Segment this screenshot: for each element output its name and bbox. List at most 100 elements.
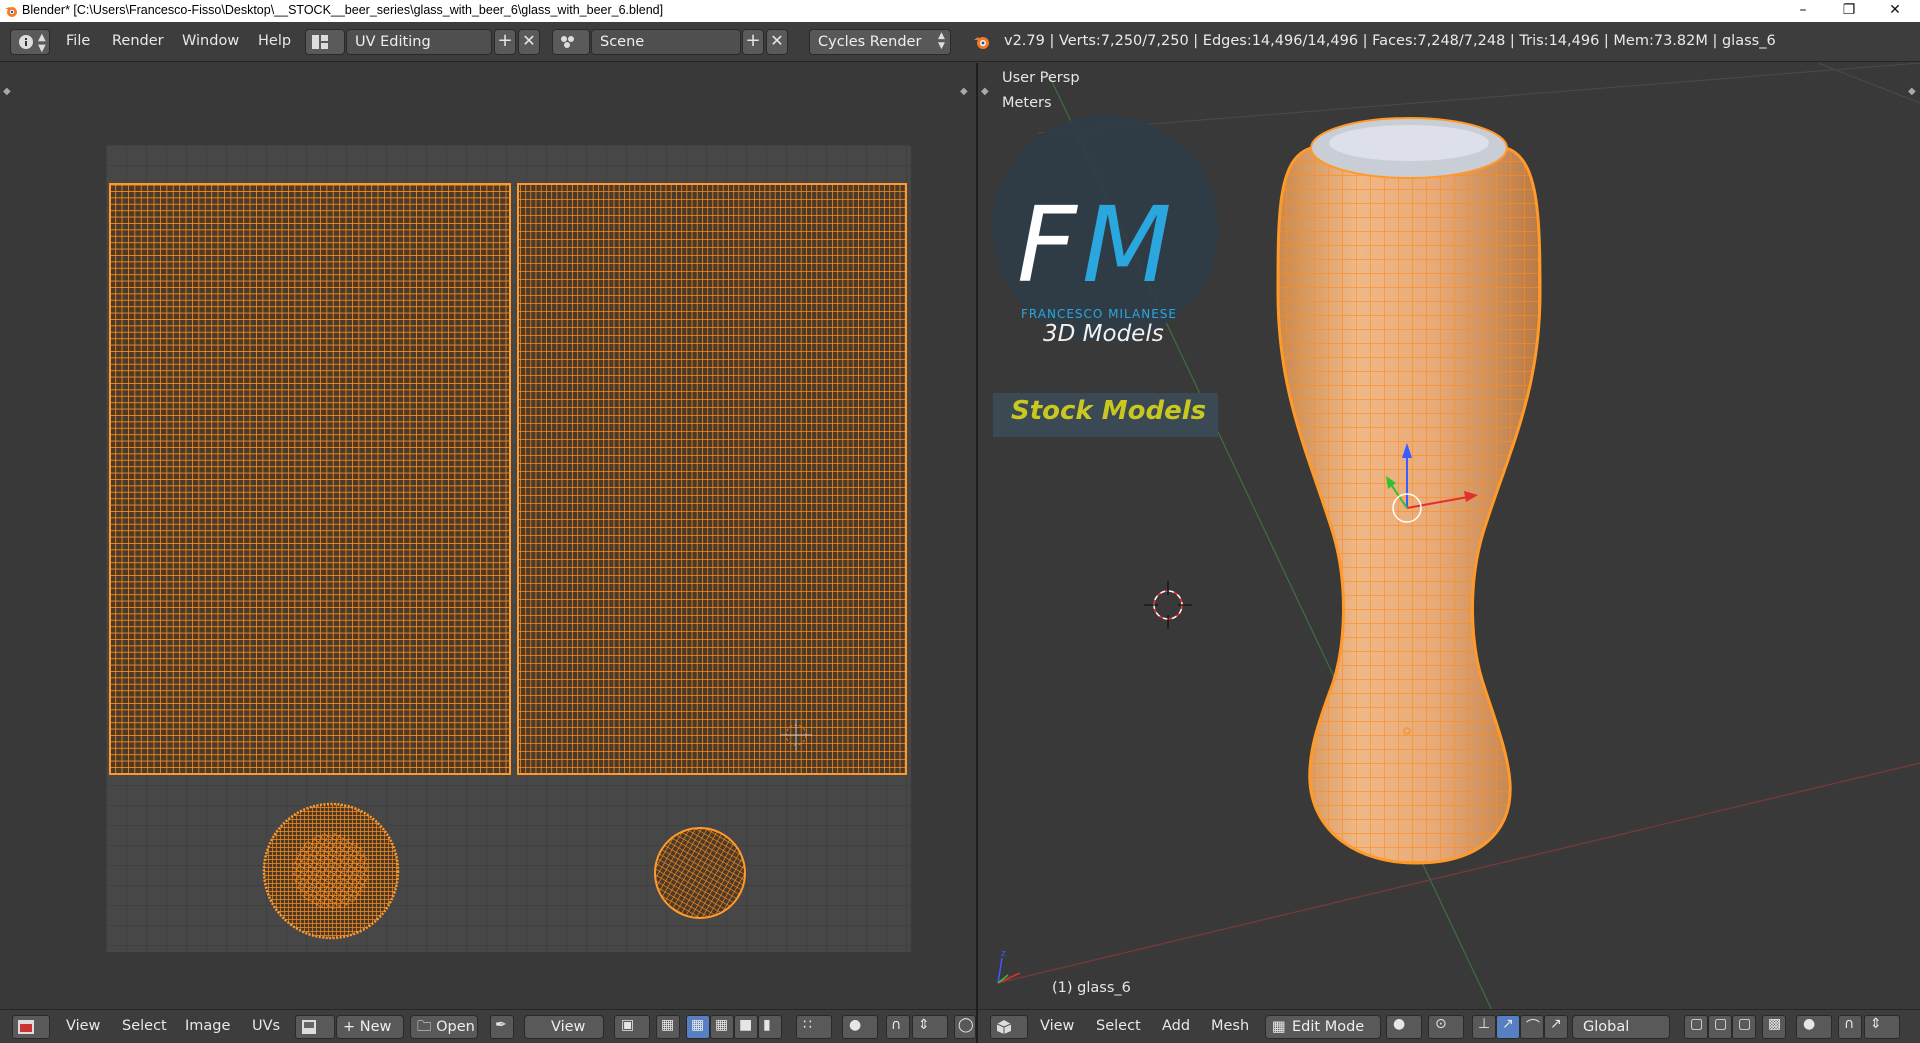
sticky-icon: ∷ bbox=[803, 1017, 812, 1033]
uv-menu-uvs[interactable]: UVs bbox=[252, 1018, 280, 1034]
plus-icon: + bbox=[745, 30, 761, 51]
select-vertex-button[interactable]: ▦ bbox=[686, 1015, 710, 1039]
region-expand-icon: ◆ bbox=[981, 86, 989, 97]
restore-button[interactable]: ❐ bbox=[1826, 0, 1872, 22]
region-expand-icon: ◆ bbox=[1908, 86, 1916, 97]
solid-shading-icon: ● bbox=[1393, 1016, 1406, 1032]
remove-screen-button[interactable]: ✕ bbox=[518, 29, 540, 55]
uv-menu-view[interactable]: View bbox=[66, 1018, 100, 1034]
view3d-header: View Select Add Mesh ▦ Edit Mode ● ⊙ ⊥ ↗… bbox=[978, 1009, 1920, 1043]
render-engine-label: Cycles Render bbox=[818, 34, 922, 50]
translate-manipulator-button[interactable]: ↗ bbox=[1496, 1015, 1520, 1039]
scene-statistics: v2.79 | Verts:7,250/7,250 | Edges:14,496… bbox=[1004, 33, 1776, 49]
pivot-point-dropdown[interactable]: ⊙ bbox=[1428, 1015, 1464, 1039]
uv-menu-select[interactable]: Select bbox=[122, 1018, 167, 1034]
arrow-icon: ↗ bbox=[1502, 1016, 1514, 1032]
logo-company: FRANCESCO MILANESE bbox=[1021, 307, 1177, 321]
pivot-icon: ⊙ bbox=[1435, 1016, 1447, 1032]
editor-type-button[interactable] bbox=[12, 1015, 50, 1039]
snap-element-dropdown[interactable]: ⇕ bbox=[1864, 1015, 1900, 1039]
uv-canvas[interactable]: ◆ ◆ bbox=[0, 63, 976, 1009]
menu-file[interactable]: File bbox=[66, 33, 90, 49]
add-screen-button[interactable]: + bbox=[494, 29, 516, 55]
x-icon: ✕ bbox=[522, 31, 536, 50]
shading-dropdown[interactable]: ● bbox=[1386, 1015, 1422, 1039]
editor-type-button[interactable] bbox=[990, 1015, 1028, 1039]
info-icon bbox=[19, 35, 33, 49]
new-label: New bbox=[359, 1019, 392, 1035]
snap-toggle[interactable]: ∩ bbox=[886, 1015, 910, 1039]
close-button[interactable]: ✕ bbox=[1872, 0, 1918, 22]
select-island-button[interactable]: ▮ bbox=[758, 1015, 782, 1039]
pin-image-button[interactable]: ✒ bbox=[490, 1015, 514, 1039]
3d-viewport[interactable]: z ◆ ◆ User Persp Meters (1) glass_6 F M … bbox=[978, 63, 1920, 1009]
uv-image-editor[interactable]: ◆ ◆ bbox=[0, 63, 976, 1009]
proportional-icon: ● bbox=[1803, 1016, 1816, 1032]
logo-tagline: 3D Models bbox=[1043, 321, 1164, 347]
proportional-edit-dropdown[interactable]: ● bbox=[1796, 1015, 1832, 1039]
uv-view-mode-dropdown[interactable]: View bbox=[524, 1015, 604, 1039]
proportional-edit-dropdown[interactable]: ● bbox=[842, 1015, 878, 1039]
layer-button-3[interactable]: ▢ bbox=[1732, 1015, 1756, 1039]
close-icon: ✕ bbox=[1889, 2, 1901, 18]
menu-window[interactable]: Window bbox=[182, 33, 239, 49]
menu-help[interactable]: Help bbox=[258, 33, 291, 49]
view3d-menu-add[interactable]: Add bbox=[1162, 1018, 1190, 1034]
snap-toggle[interactable]: ∩ bbox=[1838, 1015, 1862, 1039]
sticky-mode-dropdown[interactable]: ∷ bbox=[796, 1015, 832, 1039]
axis-widget: z bbox=[997, 949, 1021, 984]
view3d-menu-view[interactable]: View bbox=[1040, 1018, 1074, 1034]
more-icon: ◯ bbox=[958, 1017, 974, 1033]
minimize-button[interactable]: – bbox=[1780, 0, 1826, 22]
magnet-icon: ∩ bbox=[891, 1017, 902, 1033]
folder-icon: 🗀 bbox=[417, 1019, 437, 1035]
edit-mode-icon: ▦ bbox=[1272, 1019, 1286, 1035]
orientation-label: Global bbox=[1583, 1019, 1630, 1035]
remove-scene-button[interactable]: ✕ bbox=[766, 29, 788, 55]
uv-menu-image[interactable]: Image bbox=[185, 1018, 230, 1034]
proportional-icon: ● bbox=[849, 1017, 862, 1033]
pin-icon: ✒ bbox=[495, 1017, 507, 1033]
scale-manipulator-button[interactable]: ↗ bbox=[1544, 1015, 1568, 1039]
view3d-menu-mesh[interactable]: Mesh bbox=[1211, 1018, 1249, 1034]
editor-type-button[interactable]: ▲ ▼ bbox=[10, 29, 50, 55]
edge-select-icon: ▦ bbox=[715, 1017, 729, 1033]
uv-more-button[interactable]: ◯ bbox=[954, 1015, 976, 1039]
layer-button-1[interactable]: ▢ bbox=[1684, 1015, 1708, 1039]
scene-browse-button[interactable] bbox=[552, 29, 590, 55]
new-image-button[interactable]: + New bbox=[336, 1015, 404, 1039]
rotate-manipulator-button[interactable]: ⌒ bbox=[1520, 1015, 1544, 1039]
snap-element-icon: ⇕ bbox=[918, 1017, 930, 1033]
image-browse-button[interactable] bbox=[295, 1015, 335, 1039]
logo-letter-m: M bbox=[1082, 184, 1172, 306]
uv-island-disc-small bbox=[654, 827, 746, 919]
select-edge-button[interactable]: ▦ bbox=[710, 1015, 734, 1039]
transform-orientation-dropdown[interactable]: Global bbox=[1572, 1015, 1670, 1039]
screen-layout-field[interactable]: UV Editing bbox=[346, 29, 492, 55]
select-face-button[interactable]: ■ bbox=[734, 1015, 758, 1039]
layer-button-2[interactable]: ▢ bbox=[1708, 1015, 1732, 1039]
plus-icon: + bbox=[343, 1019, 360, 1035]
screen-layout-browse-button[interactable] bbox=[305, 29, 345, 55]
add-scene-button[interactable]: + bbox=[742, 29, 764, 55]
chevron-updown-icon: ▲ ▼ bbox=[938, 31, 945, 51]
menu-render[interactable]: Render bbox=[112, 33, 164, 49]
scene-field[interactable]: Scene bbox=[591, 29, 741, 55]
manipulator-toggle[interactable]: ⊥ bbox=[1472, 1015, 1496, 1039]
view3d-icon bbox=[996, 1020, 1012, 1034]
occlude-geometry-button[interactable]: ▩ bbox=[1762, 1015, 1786, 1039]
chevron-updown-icon: ▲ ▼ bbox=[38, 32, 46, 54]
face-select-icon: ■ bbox=[739, 1017, 753, 1033]
pivot-dropdown[interactable]: ▣ bbox=[614, 1015, 650, 1039]
open-image-button[interactable]: 🗀 Open bbox=[410, 1015, 478, 1039]
snap-element-dropdown[interactable]: ⇕ bbox=[912, 1015, 948, 1039]
region-expand-icon: ◆ bbox=[960, 86, 968, 97]
view3d-menu-select[interactable]: Select bbox=[1096, 1018, 1141, 1034]
x-icon: ✕ bbox=[770, 31, 784, 50]
image-editor-icon bbox=[18, 1020, 34, 1034]
render-engine-dropdown[interactable]: Cycles Render ▲ ▼ bbox=[809, 29, 951, 55]
vertex-select-icon: ▦ bbox=[691, 1017, 705, 1033]
rotate-icon: ⌒ bbox=[1526, 1019, 1540, 1035]
interaction-mode-dropdown[interactable]: ▦ Edit Mode bbox=[1265, 1015, 1381, 1039]
sync-selection-button[interactable]: ▦ bbox=[656, 1015, 680, 1039]
